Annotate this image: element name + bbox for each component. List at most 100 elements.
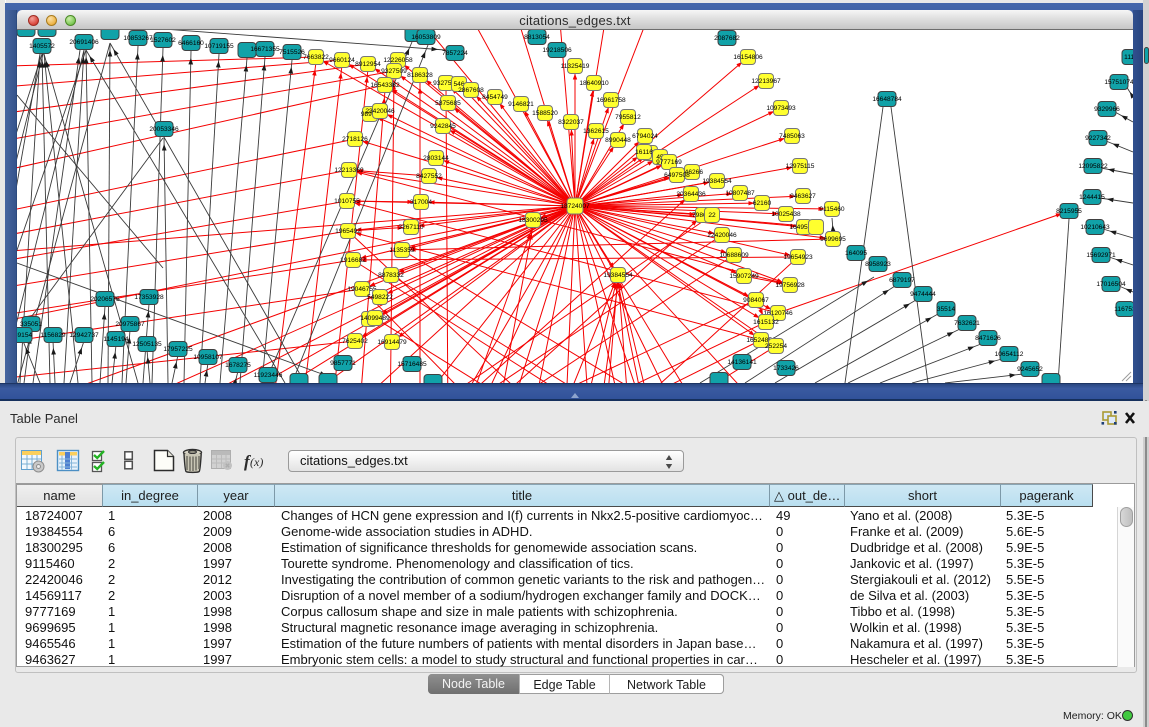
svg-text:9474444: 9474444 [910,291,936,298]
svg-text:20053346: 20053346 [149,126,179,133]
svg-text:1145194: 1145194 [103,336,129,343]
svg-text:10807487: 10807487 [725,190,755,197]
svg-text:18300295: 18300295 [518,217,548,224]
svg-text:20975867: 20975867 [115,321,145,328]
svg-text:20206575: 20206575 [90,296,120,303]
svg-text:20364436: 20364436 [676,191,706,198]
svg-text:6497508: 6497508 [664,172,690,179]
svg-text:10688609: 10688609 [719,252,749,259]
svg-text:7632621: 7632621 [954,320,980,327]
svg-text:8186328: 8186328 [407,72,433,79]
svg-text:1362615: 1362615 [583,128,609,135]
svg-text:9242845: 9242845 [430,123,456,130]
svg-text:9327509: 9327509 [381,68,407,75]
svg-text:8990448: 8990448 [605,137,631,144]
svg-text:10654112: 10654112 [995,351,1024,358]
svg-text:5875685: 5875685 [435,100,461,107]
svg-text:7485063: 7485063 [779,133,805,140]
svg-text:19384554: 19384554 [702,178,732,185]
svg-text:16053809: 16053809 [411,34,441,41]
svg-text:16671355: 16671355 [250,46,280,53]
svg-text:14099489: 14099489 [360,315,390,322]
svg-text:5498222: 5498222 [367,294,393,301]
svg-text:8454749: 8454749 [482,94,508,101]
svg-text:12095822: 12095822 [1078,163,1108,170]
svg-text:10719155: 10719155 [204,43,234,50]
svg-text:2087682: 2087682 [714,35,740,42]
svg-text:8912954: 8912954 [355,61,381,68]
svg-text:19384554: 19384554 [603,272,633,279]
svg-text:10853267: 10853267 [123,35,153,42]
svg-text:1916682: 1916682 [340,257,366,264]
svg-text:9463627: 9463627 [790,193,816,200]
svg-text:164095: 164095 [845,250,867,257]
svg-text:7857224: 7857224 [442,50,468,57]
svg-text:12942737: 12942737 [69,332,99,339]
svg-text:8322037: 8322037 [558,119,584,126]
svg-text:1010755: 1010755 [334,198,360,205]
svg-text:18724007: 18724007 [560,203,590,210]
svg-text:2803144: 2803144 [423,155,449,162]
svg-text:10025438: 10025438 [771,211,801,218]
svg-text:23420046: 23420046 [365,108,395,115]
svg-text:7515526: 7515526 [279,49,305,56]
svg-text:22420046: 22420046 [707,232,737,239]
svg-text:15716485: 15716485 [397,361,427,368]
svg-text:10973493: 10973493 [766,105,796,112]
svg-text:17016504: 17016504 [1096,281,1126,288]
svg-text:22: 22 [708,212,716,219]
svg-text:16154806: 16154806 [733,54,763,61]
svg-text:6466160: 6466160 [178,40,204,47]
svg-text:15692971: 15692971 [1086,252,1116,259]
svg-text:19218506: 19218506 [542,47,572,54]
svg-text:18640910: 18640910 [579,80,609,87]
svg-text:12213369: 12213369 [334,167,364,174]
svg-text:16648784: 16648784 [872,96,902,103]
svg-text:252254: 252254 [765,343,787,350]
svg-text:1965492: 1965492 [335,228,361,235]
svg-text:1156829: 1156829 [40,332,66,339]
svg-text:6879197: 6879197 [889,277,915,284]
svg-text:9084067: 9084067 [743,297,769,304]
svg-text:7955812: 7955812 [615,114,641,121]
svg-text:1112: 1112 [1124,54,1133,61]
svg-text:7663822: 7663822 [303,54,329,61]
svg-text:19654923: 19654923 [783,254,813,261]
svg-text:11325419: 11325419 [561,63,590,70]
svg-text:15907249: 15907249 [729,273,759,280]
svg-text:39154: 39154 [17,332,32,339]
svg-text:8471626: 8471626 [975,335,1001,342]
svg-text:8813054: 8813054 [524,34,550,41]
svg-text:1135359: 1135359 [389,247,415,254]
svg-text:9699695: 9699695 [820,236,846,243]
svg-text:2867608: 2867608 [458,87,484,94]
svg-text:1244415: 1244415 [1079,194,1105,201]
svg-text:7625402: 7625402 [342,338,368,345]
svg-text:9777169: 9777169 [656,159,682,166]
svg-text:10210643: 10210643 [1080,224,1110,231]
svg-text:1588520: 1588520 [532,110,558,117]
svg-text:9146821: 9146821 [508,101,534,108]
svg-text:9660124: 9660124 [329,57,355,64]
svg-text:1678275: 1678275 [225,362,251,369]
svg-text:62160: 62160 [753,200,772,207]
svg-text:16961758: 16961758 [596,97,626,104]
svg-text:9227342: 9227342 [1085,135,1111,142]
svg-text:1405572: 1405572 [29,43,55,50]
svg-text:8878332: 8878332 [378,272,404,279]
svg-text:9115460: 9115460 [819,206,845,213]
svg-text:15751074: 15751074 [1104,79,1133,86]
svg-text:116753: 116753 [1114,306,1133,313]
svg-text:17353928: 17353928 [134,294,164,301]
svg-text:1733426: 1733426 [773,365,799,372]
svg-text:14136141: 14136141 [727,359,757,366]
svg-text:20691406: 20691406 [69,39,99,46]
svg-text:9857771: 9857771 [330,360,356,367]
svg-text:9329966: 9329966 [1094,106,1120,113]
svg-text:12213967: 12213967 [751,78,781,85]
svg-text:2718126: 2718126 [342,136,368,143]
svg-text:17957225: 17957225 [163,346,193,353]
svg-text:12505135: 12505135 [132,341,162,348]
svg-text:1615132: 1615132 [753,319,779,326]
svg-text:35514: 35514 [937,306,956,313]
